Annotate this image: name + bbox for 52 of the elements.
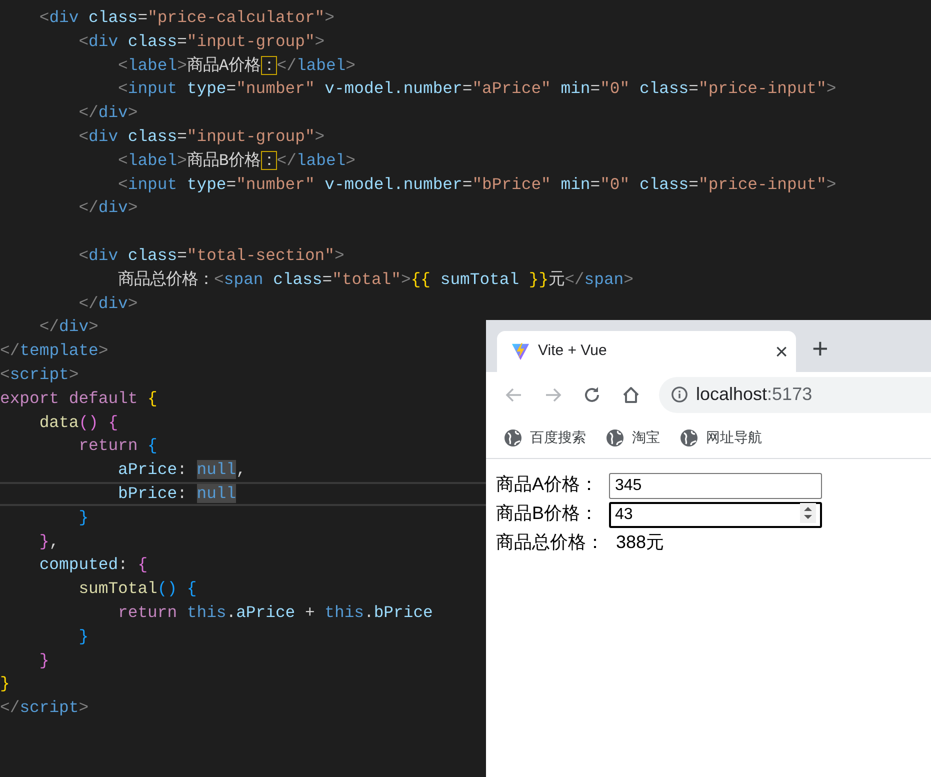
address-bar[interactable]: localhost:5173 — [659, 376, 931, 412]
globe-icon — [504, 428, 522, 446]
code-line: data() { — [38, 412, 118, 434]
home-icon — [621, 384, 641, 404]
code-line: sumTotal() { — [78, 578, 197, 600]
number-input[interactable]: 43 — [609, 502, 822, 528]
code-line: export default { — [0, 388, 158, 410]
code-line: <div class="input-group"> — [78, 126, 325, 148]
code-line: aPrice: null, — [117, 459, 246, 482]
code-line: computed: { — [38, 554, 148, 576]
globe-icon — [606, 428, 624, 446]
globe-icon — [680, 428, 698, 446]
total-value: 388元 — [616, 531, 664, 554]
code-line: }, — [38, 530, 60, 553]
new-tab-button[interactable]: + — [812, 335, 828, 363]
code-line: <input type="number" v-model.number="bPrice" min="0" class="price-input"> — [117, 174, 836, 196]
code-line: return { — [78, 435, 158, 458]
code-line: <div class="input-group"> — [78, 30, 325, 53]
code-line: </template> — [0, 340, 108, 362]
code-line: } — [78, 506, 89, 529]
info-icon — [671, 386, 688, 403]
code-line: <label>商品B价格：</label> — [117, 150, 356, 172]
number-input[interactable]: 345 — [609, 472, 822, 498]
code-line: 商品总价格：<span class="total">{{ sumTotal }}元</span> — [117, 268, 634, 291]
code-line: </div> — [78, 197, 138, 220]
code-line: } — [38, 650, 50, 672]
total-label: 商品总价格： — [496, 531, 605, 554]
code-line: <script> — [0, 364, 79, 386]
code-line: </script> — [0, 697, 89, 720]
vite-logo-icon — [511, 342, 530, 361]
code-line: </div> — [78, 292, 138, 315]
code-line: return this.aPrice + this.bPrice — [117, 602, 433, 624]
close-tab-button[interactable]: × — [775, 340, 788, 362]
url-text: localhost:5173 — [696, 383, 812, 406]
code-line: <div class="price-calculator"> — [38, 7, 334, 29]
code-line: bPrice: null — [117, 482, 236, 505]
tab-title: Vite + Vue — [538, 341, 608, 362]
reload-icon — [582, 384, 602, 404]
code-line: </div> — [78, 102, 138, 124]
code-line: } — [0, 673, 10, 696]
code-line: <div class="total-section"> — [78, 244, 344, 267]
code-line: } — [78, 626, 89, 648]
browser-tab[interactable]: Vite + Vue × — [497, 331, 796, 372]
bookmark-link[interactable]: 淘宝 — [606, 427, 660, 448]
code-line: <label>商品A价格：</label> — [117, 54, 356, 77]
bookmark-link[interactable]: 百度搜索 — [504, 427, 586, 448]
code-line: <input type="number" v-model.number="aPrice" min="0" class="price-input"> — [117, 78, 836, 100]
field-label: 商品B价格： — [496, 502, 600, 525]
code-line: </div> — [38, 316, 98, 338]
field-label: 商品A价格： — [496, 473, 600, 496]
spinner-icon[interactable] — [800, 502, 816, 522]
bookmark-link[interactable]: 网址导航 — [680, 427, 762, 448]
